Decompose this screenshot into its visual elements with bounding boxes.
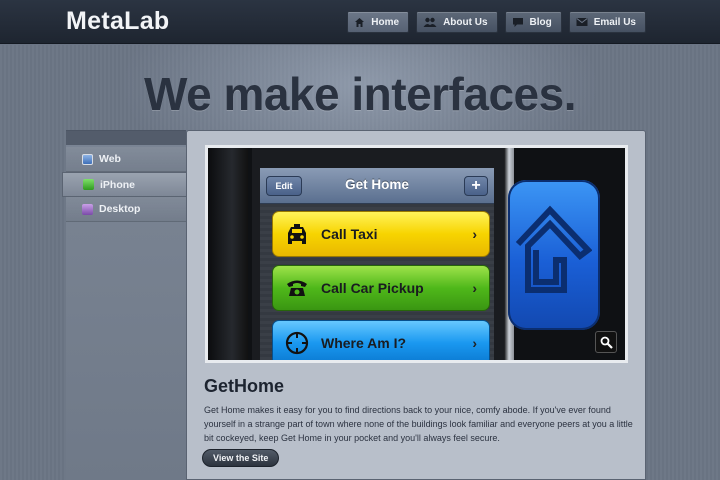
category-sidebar: Web iPhone Desktop bbox=[62, 130, 188, 480]
phone-screen: Edit Get Home + Call Taxi › Call Car Pic… bbox=[260, 168, 494, 360]
house-icon bbox=[515, 205, 592, 293]
nav-home-button[interactable]: Home bbox=[347, 11, 410, 33]
web-icon bbox=[82, 153, 93, 165]
site-logo[interactable]: MetaLab bbox=[66, 7, 170, 36]
sidebar-item-desktop[interactable]: Desktop bbox=[66, 197, 186, 222]
nav-about-label: About Us bbox=[443, 16, 488, 28]
app-call-taxi-button: Call Taxi › bbox=[272, 211, 490, 257]
app-button-label: Where Am I? bbox=[321, 335, 407, 351]
top-bar: MetaLab Home About Us Blog Email Us bbox=[0, 0, 720, 44]
view-site-button[interactable]: View the Site bbox=[202, 449, 280, 467]
phone-icon bbox=[83, 179, 94, 190]
project-panel: Edit Get Home + Call Taxi › Call Car Pic… bbox=[186, 130, 646, 480]
taxi-icon bbox=[288, 224, 306, 244]
compass-icon bbox=[285, 331, 309, 355]
app-add-button: + bbox=[464, 176, 488, 196]
nav-email-button[interactable]: Email Us bbox=[568, 11, 646, 33]
chevron-right-icon: › bbox=[472, 335, 477, 351]
nav-email-label: Email Us bbox=[593, 16, 636, 28]
envelope-icon bbox=[576, 18, 588, 26]
hero-headline: We make interfaces. bbox=[144, 68, 577, 120]
project-title: GetHome bbox=[204, 376, 285, 396]
people-icon bbox=[423, 17, 437, 27]
sidebar-item-iphone[interactable]: iPhone bbox=[62, 172, 188, 197]
chevron-right-icon: › bbox=[472, 280, 477, 296]
app-where-am-i-button: Where Am I? › bbox=[272, 320, 490, 360]
telephone-icon bbox=[287, 280, 307, 296]
sidebar-item-label: iPhone bbox=[100, 178, 136, 191]
app-call-car-pickup-button: Call Car Pickup › bbox=[272, 265, 490, 311]
app-title: Get Home bbox=[345, 177, 409, 192]
get-home-app-icon bbox=[508, 180, 600, 330]
phone-edge-left bbox=[208, 148, 248, 360]
main-nav: Home About Us Blog Email Us bbox=[347, 11, 646, 33]
app-button-label: Call Car Pickup bbox=[321, 280, 424, 296]
desktop-icon bbox=[82, 203, 93, 215]
zoom-button[interactable] bbox=[595, 331, 617, 353]
project-description: Get Home makes it easy for you to find d… bbox=[204, 405, 633, 443]
phone-mockup: Edit Get Home + Call Taxi › Call Car Pic… bbox=[252, 148, 504, 360]
magnifier-icon bbox=[600, 336, 613, 349]
sidebar-header bbox=[66, 131, 186, 145]
nav-blog-button[interactable]: Blog bbox=[504, 11, 562, 33]
sidebar-item-label: Web bbox=[99, 153, 121, 165]
home-icon bbox=[355, 17, 365, 27]
sidebar-item-web[interactable]: Web bbox=[66, 147, 186, 172]
project-screenshot[interactable]: Edit Get Home + Call Taxi › Call Car Pic… bbox=[205, 145, 628, 363]
sidebar-item-label: Desktop bbox=[99, 203, 141, 215]
app-nav-bar: Edit Get Home + bbox=[260, 168, 494, 204]
nav-home-label: Home bbox=[371, 16, 400, 28]
nav-about-button[interactable]: About Us bbox=[416, 11, 498, 33]
speech-bubble-icon bbox=[512, 17, 523, 27]
chevron-right-icon: › bbox=[472, 226, 477, 242]
app-button-label: Call Taxi bbox=[321, 226, 378, 242]
nav-blog-label: Blog bbox=[529, 16, 552, 28]
